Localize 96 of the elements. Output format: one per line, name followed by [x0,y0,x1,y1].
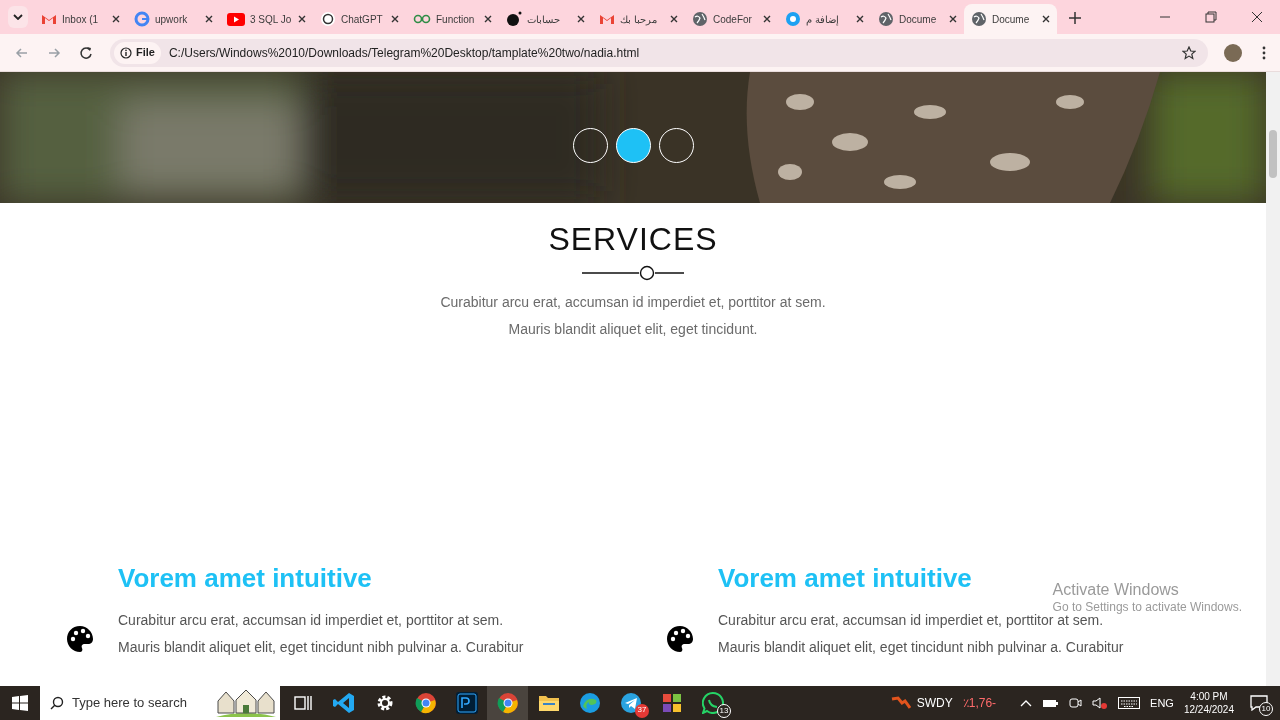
url-text: C:/Users/Windows%2010/Downloads/Telegram%20Desktop/tamplate%20two/nadia.html [168,44,640,62]
houses-icon [216,689,276,717]
tab-title: Docume [992,12,1031,27]
code-editor-icon [332,692,355,714]
windows-logo-icon [12,695,28,711]
browser-tab[interactable]: حسابات [499,4,592,34]
browser-tab[interactable]: مرحبا بك [592,4,685,34]
palette-icon [66,625,94,653]
card-text: Curabitur arcu erat, accumsan id imperdiet et, porttitor at sem. [118,611,505,629]
notification-count: 37 [635,704,649,718]
browser-tab[interactable]: 3 SQL Jo [220,4,313,34]
restore-icon [1205,11,1217,23]
speech-bubble-icon [1250,695,1268,711]
tab-title: CodeFor [713,12,753,27]
taskbar-app[interactable]: 37 [610,686,651,720]
muted-speaker-icon [1092,696,1109,710]
close-icon [1251,11,1263,23]
section-title: SERVICES [548,221,718,257]
globe-icon [971,11,987,27]
info-icon [120,46,132,59]
globe-icon [878,11,894,27]
tab-title: مرحبا بك [620,12,658,27]
browser-tab[interactable]: Function [406,4,499,34]
tab-title: Inbox (1 [62,12,100,27]
card-text: Mauris blandit aliquet elit, eget tincidunt nibh pulvinar a. Curabitur [718,638,1124,656]
close-icon [484,15,492,23]
close-icon [670,15,678,23]
close-icon [112,15,120,23]
globe-icon [692,11,708,27]
chart-down-icon [890,696,911,710]
plus-icon [1069,12,1081,24]
caret-icon [13,14,23,20]
profile-avatar[interactable] [1224,43,1242,62]
stock-change: ٪1,76- [962,695,997,712]
palette-icon [666,625,694,653]
keyboard-icon [1118,697,1141,709]
tab-title: Docume [899,12,938,27]
tab-title: Function [436,12,476,27]
taskbar-app[interactable]: 13 [692,686,733,720]
scrollbar[interactable] [1266,72,1280,686]
close-icon [298,15,306,23]
notification-count: 10 [1259,702,1273,716]
browser-tab[interactable]: CodeFor [685,4,778,34]
browser-tab[interactable]: إضافة م [778,4,871,34]
tab-title: حسابات [527,12,561,27]
close-icon [391,15,399,23]
browser-tab[interactable]: Docume [871,4,964,34]
browser-tab[interactable]: ChatGPT [313,4,406,34]
tab-title: إضافة م [806,12,840,27]
clock-date: 12/24/2024 [1183,703,1234,716]
card-text: Mauris blandit aliquet elit, eget tincidunt nibh pulvinar a. Curabitur [118,638,524,656]
close-icon [1042,15,1050,23]
back-arrow-icon [15,45,29,60]
play-icon [227,12,245,26]
close-icon [949,15,957,23]
task-view-icon [292,694,313,712]
search-bar[interactable]: Type here to search [40,686,280,720]
menu-icon [1262,45,1266,60]
address-field[interactable]: File C:/Users/Windows%2010/Downloads/Telegram%20Desktop/tamplate%20two/nadia.html [110,38,1208,67]
bookmark-star-icon[interactable] [1182,45,1196,60]
close-icon [856,15,864,23]
dot-icon [506,11,522,27]
browser-tab[interactable]: upwork [127,4,220,34]
activation-hint: Go to Settings to activate Windows. [1052,600,1242,614]
card-title: Vorem amet intuitive [118,563,372,593]
browser-tab[interactable]: Inbox (1 [34,4,127,34]
close-icon [763,15,771,23]
clock-time: 4:00 PM [1190,690,1228,703]
folder-icon [537,694,560,712]
camera-icon [1068,696,1083,710]
activation-title: Activate Windows [1052,580,1179,600]
tab-list-button[interactable] [8,6,28,28]
tab-title: 3 SQL Jo [250,12,293,27]
stock-symbol: SWDY [916,695,953,712]
tiles-icon [661,693,682,713]
forward-arrow-icon [47,45,61,60]
chevron-up-icon[interactable] [1020,699,1033,707]
card-title: Vorem amet intuitive [718,563,972,593]
tab-title: upwork [155,12,189,27]
reload-icon [79,45,93,60]
tab-title: ChatGPT [341,12,384,27]
section-subtitle: Curabitur arcu erat, accumsan id imperdiet et, porttitor at sem. [440,293,826,311]
language-indicator: ENG [1150,695,1174,711]
search-field[interactable]: Type here to search [72,693,208,713]
chip-label: File [136,45,155,61]
battery-icon [1042,698,1059,708]
ring-icon [785,11,801,27]
close-icon [577,15,585,23]
site-info-chip[interactable]: File [114,41,161,64]
browser-tab[interactable]: Docume [964,4,1057,34]
notifications-button[interactable]: 10 [1244,688,1274,718]
close-icon [205,15,213,23]
search-icon [50,696,64,710]
notification-count: 13 [717,704,731,718]
section-subtitle: Mauris blandit aliquet elit, eget tincidunt. [508,320,758,338]
card-text: Curabitur arcu erat, accumsan id imperdiet et, porttitor at sem. [718,612,1104,629]
